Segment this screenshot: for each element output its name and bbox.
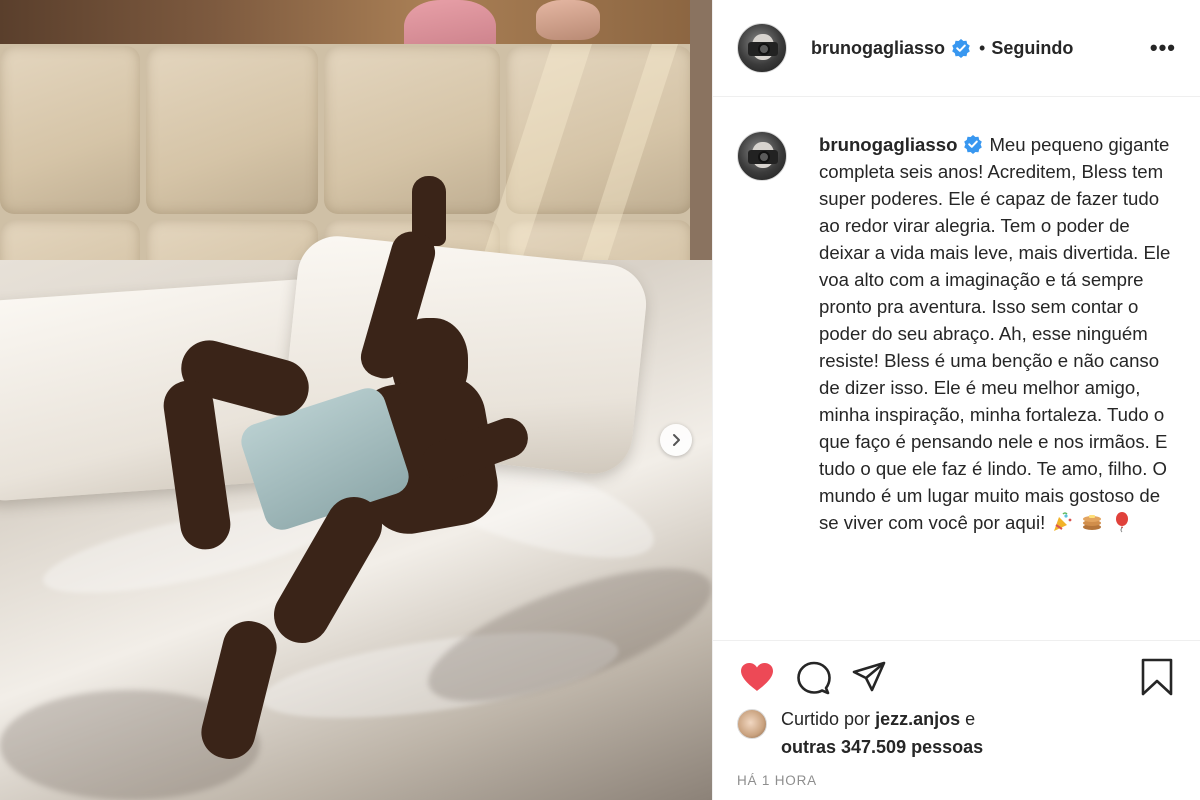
likes-summary: Curtido por jezz.anjos e outras 347.509 … bbox=[737, 705, 983, 761]
more-options-button[interactable]: ••• bbox=[1150, 35, 1176, 61]
separator-dot: • bbox=[979, 37, 986, 58]
post-photo[interactable] bbox=[0, 0, 712, 800]
share-icon bbox=[852, 661, 886, 692]
caption-text: brunogagliasso Meu pequeno gigante comple… bbox=[819, 131, 1171, 640]
caption-username[interactable]: brunogagliasso bbox=[819, 134, 957, 155]
chevron-right-icon bbox=[673, 434, 680, 446]
next-photo-button[interactable] bbox=[660, 424, 692, 456]
liker-avatar[interactable] bbox=[737, 709, 767, 739]
post-header: brunogagliasso • Seguindo ••• bbox=[713, 0, 1200, 97]
caption: brunogagliasso Meu pequeno gigante comple… bbox=[713, 97, 1200, 640]
liked-by-conj: e bbox=[965, 709, 976, 729]
post-sidebar: brunogagliasso • Seguindo ••• brunogagli… bbox=[712, 0, 1200, 800]
liked-by-user[interactable]: jezz.anjos bbox=[875, 709, 960, 729]
save-button[interactable] bbox=[1137, 657, 1177, 697]
comment-button[interactable] bbox=[793, 657, 833, 697]
author-avatar[interactable] bbox=[737, 23, 787, 73]
liked-by-prefix: Curtido por bbox=[781, 709, 871, 729]
post-timestamp[interactable]: HÁ 1 HORA bbox=[737, 773, 817, 788]
verified-badge-icon bbox=[963, 134, 983, 154]
comment-icon bbox=[797, 661, 831, 695]
balloon-icon bbox=[1111, 511, 1133, 533]
following-button[interactable]: Seguindo bbox=[991, 38, 1073, 59]
bookmark-icon bbox=[1141, 658, 1173, 696]
verified-badge-icon bbox=[951, 38, 971, 58]
author-username[interactable]: brunogagliasso bbox=[811, 38, 945, 59]
caption-body: Meu pequeno gigante completa seis anos! … bbox=[819, 134, 1171, 533]
wooden-shelf bbox=[0, 0, 712, 44]
share-button[interactable] bbox=[849, 657, 889, 697]
pancakes-icon bbox=[1081, 511, 1103, 533]
caption-author-avatar[interactable] bbox=[737, 131, 787, 181]
heart-icon bbox=[741, 663, 773, 691]
likes-text: Curtido por jezz.anjos e outras 347.509 … bbox=[781, 705, 983, 761]
action-bar bbox=[713, 640, 1200, 697]
party-popper-icon bbox=[1051, 511, 1073, 533]
plush-toy-small bbox=[536, 0, 600, 40]
liked-by-others[interactable]: outras 347.509 pessoas bbox=[781, 737, 983, 757]
like-button[interactable] bbox=[737, 657, 777, 697]
